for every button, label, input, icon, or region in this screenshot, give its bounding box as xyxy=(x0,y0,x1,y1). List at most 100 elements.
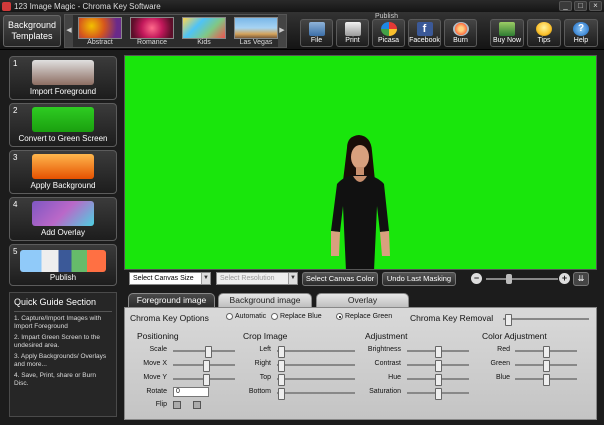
quick-guide-title: Quick Guide Section xyxy=(14,297,97,307)
zoom-in-icon[interactable]: + xyxy=(559,273,570,284)
template-label-las-vegas: Las Vegas xyxy=(239,39,273,46)
print-button-label: Print xyxy=(345,37,360,44)
burn-button[interactable]: Burn xyxy=(444,19,477,47)
tips-button[interactable]: Tips xyxy=(527,19,561,47)
move-y-slider[interactable] xyxy=(173,374,235,386)
radio-dot-selected xyxy=(336,313,343,320)
burn-button-label: Burn xyxy=(453,37,468,44)
import-foreground-icon xyxy=(32,60,94,85)
foreground-person-image xyxy=(331,135,390,269)
move-x-label: Move X xyxy=(143,360,167,367)
burn-disc-icon xyxy=(452,22,469,36)
print-button[interactable]: Print xyxy=(336,19,369,47)
radio-dot xyxy=(271,313,278,320)
facebook-button[interactable]: f Facebook xyxy=(408,19,441,47)
collapse-panel-icon[interactable]: ⇊ xyxy=(573,272,589,286)
zoom-slider-handle[interactable] xyxy=(505,274,512,284)
template-prev-button[interactable]: ◀ xyxy=(65,15,73,47)
rotate-input[interactable]: 0 xyxy=(173,387,209,397)
template-thumb-kids[interactable] xyxy=(182,17,226,39)
green-slider[interactable] xyxy=(515,360,577,372)
crop-right-slider[interactable] xyxy=(277,360,355,372)
saturation-label: Saturation xyxy=(369,388,401,395)
canvas-controls: Select Canvas Size ▼ Select Resolution ▼… xyxy=(124,272,597,287)
help-button[interactable]: ? Help xyxy=(564,19,598,47)
buy-now-label: Buy Now xyxy=(492,37,521,44)
crop-left-slider[interactable] xyxy=(277,346,355,358)
add-overlay-icon xyxy=(32,201,94,226)
apply-background-icon xyxy=(32,154,94,179)
step-number: 2 xyxy=(13,106,18,115)
flip-horizontal-icon[interactable] xyxy=(173,401,181,409)
facebook-button-label: Facebook xyxy=(409,37,440,44)
background-templates-line2: Templates xyxy=(11,31,53,41)
move-x-slider[interactable] xyxy=(173,360,235,372)
brightness-slider[interactable] xyxy=(407,346,469,358)
picasa-button[interactable]: Picasa xyxy=(372,19,405,47)
minimize-button[interactable]: _ xyxy=(559,1,572,11)
crop-top-slider[interactable] xyxy=(277,374,355,386)
blue-slider[interactable] xyxy=(515,374,577,386)
canvas-size-select[interactable]: Select Canvas Size ▼ xyxy=(129,272,211,285)
background-templates-button[interactable]: Background Templates xyxy=(3,15,61,47)
hue-slider[interactable] xyxy=(407,374,469,386)
scale-slider[interactable] xyxy=(173,346,235,358)
step-apply-background[interactable]: 3 Apply Background xyxy=(9,150,117,194)
green-label: Green xyxy=(490,360,510,367)
radio-replace-green[interactable]: Replace Green xyxy=(336,313,392,320)
close-button[interactable]: × xyxy=(589,1,602,11)
step-convert-green-screen[interactable]: 2 Convert to Green Screen xyxy=(9,103,117,147)
maximize-button[interactable]: □ xyxy=(574,1,587,11)
template-thumb-las-vegas[interactable] xyxy=(234,17,278,39)
zoom-out-icon[interactable]: − xyxy=(471,273,482,284)
step-add-overlay[interactable]: 4 Add Overlay xyxy=(9,197,117,241)
green-screen-icon xyxy=(32,107,94,132)
app-icon xyxy=(2,1,11,11)
file-button[interactable]: File xyxy=(300,19,333,47)
picasa-button-label: Picasa xyxy=(377,37,399,44)
step-import-foreground[interactable]: 1 Import Foreground xyxy=(9,56,117,100)
quick-guide-item: 3. Apply Backgrounds/ Overlays and more.… xyxy=(14,353,107,368)
radio-replace-blue[interactable]: Replace Blue xyxy=(271,313,322,320)
crop-bottom-slider[interactable] xyxy=(277,388,355,400)
quick-guide-item: 2. Impart Green Screen to the undesired … xyxy=(14,334,100,349)
template-label-abstract: Abstract xyxy=(87,39,113,46)
resolution-select[interactable]: Select Resolution ▼ xyxy=(216,272,298,285)
step-publish[interactable]: 5 Publish xyxy=(9,244,117,286)
file-button-label: File xyxy=(310,37,323,44)
title-bar: 123 Image Magic - Chroma Key Software _ … xyxy=(0,0,604,12)
chroma-key-removal-slider[interactable] xyxy=(503,314,589,326)
red-slider[interactable] xyxy=(515,346,577,358)
template-strip: ◀ Abstract Romance Kids Las Vegas ▶ xyxy=(64,14,287,48)
contrast-slider[interactable] xyxy=(407,360,469,372)
tab-background-image[interactable]: Background image xyxy=(218,293,312,308)
help-icon: ? xyxy=(573,22,589,36)
crop-image-heading: Crop Image xyxy=(243,331,288,341)
template-next-button[interactable]: ▶ xyxy=(278,15,286,47)
zoom-slider-track[interactable] xyxy=(486,278,558,280)
select-canvas-color-button[interactable]: Select Canvas Color xyxy=(302,272,378,286)
resolution-value: Select Resolution xyxy=(220,275,275,282)
flip-label: Flip xyxy=(155,401,167,408)
publish-icons xyxy=(20,250,106,272)
template-thumb-abstract[interactable] xyxy=(78,17,122,39)
template-thumb-romance[interactable] xyxy=(130,17,174,39)
facebook-icon: f xyxy=(416,22,433,36)
buy-now-button[interactable]: Buy Now xyxy=(490,19,524,47)
rotate-label: Rotate xyxy=(146,388,167,395)
radio-automatic[interactable]: Automatic xyxy=(226,313,266,320)
tab-foreground-image[interactable]: Foreground image xyxy=(128,293,215,308)
green-screen-canvas[interactable] xyxy=(124,55,597,270)
tab-overlay[interactable]: Overlay xyxy=(316,293,409,308)
cart-icon xyxy=(499,22,515,36)
tips-label: Tips xyxy=(537,37,551,44)
positioning-heading: Positioning xyxy=(137,331,179,341)
color-adjustment-heading: Color Adjustment xyxy=(482,331,547,341)
saturation-slider[interactable] xyxy=(407,388,469,400)
flip-vertical-icon[interactable] xyxy=(193,401,201,409)
step-label: Import Foreground xyxy=(29,87,97,96)
undo-last-masking-button[interactable]: Undo Last Masking xyxy=(382,272,456,286)
background-templates-line1: Background xyxy=(7,20,57,30)
main-toolbar: Background Templates ◀ Abstract Romance … xyxy=(0,12,604,50)
chroma-key-removal-label: Chroma Key Removal xyxy=(410,313,494,323)
